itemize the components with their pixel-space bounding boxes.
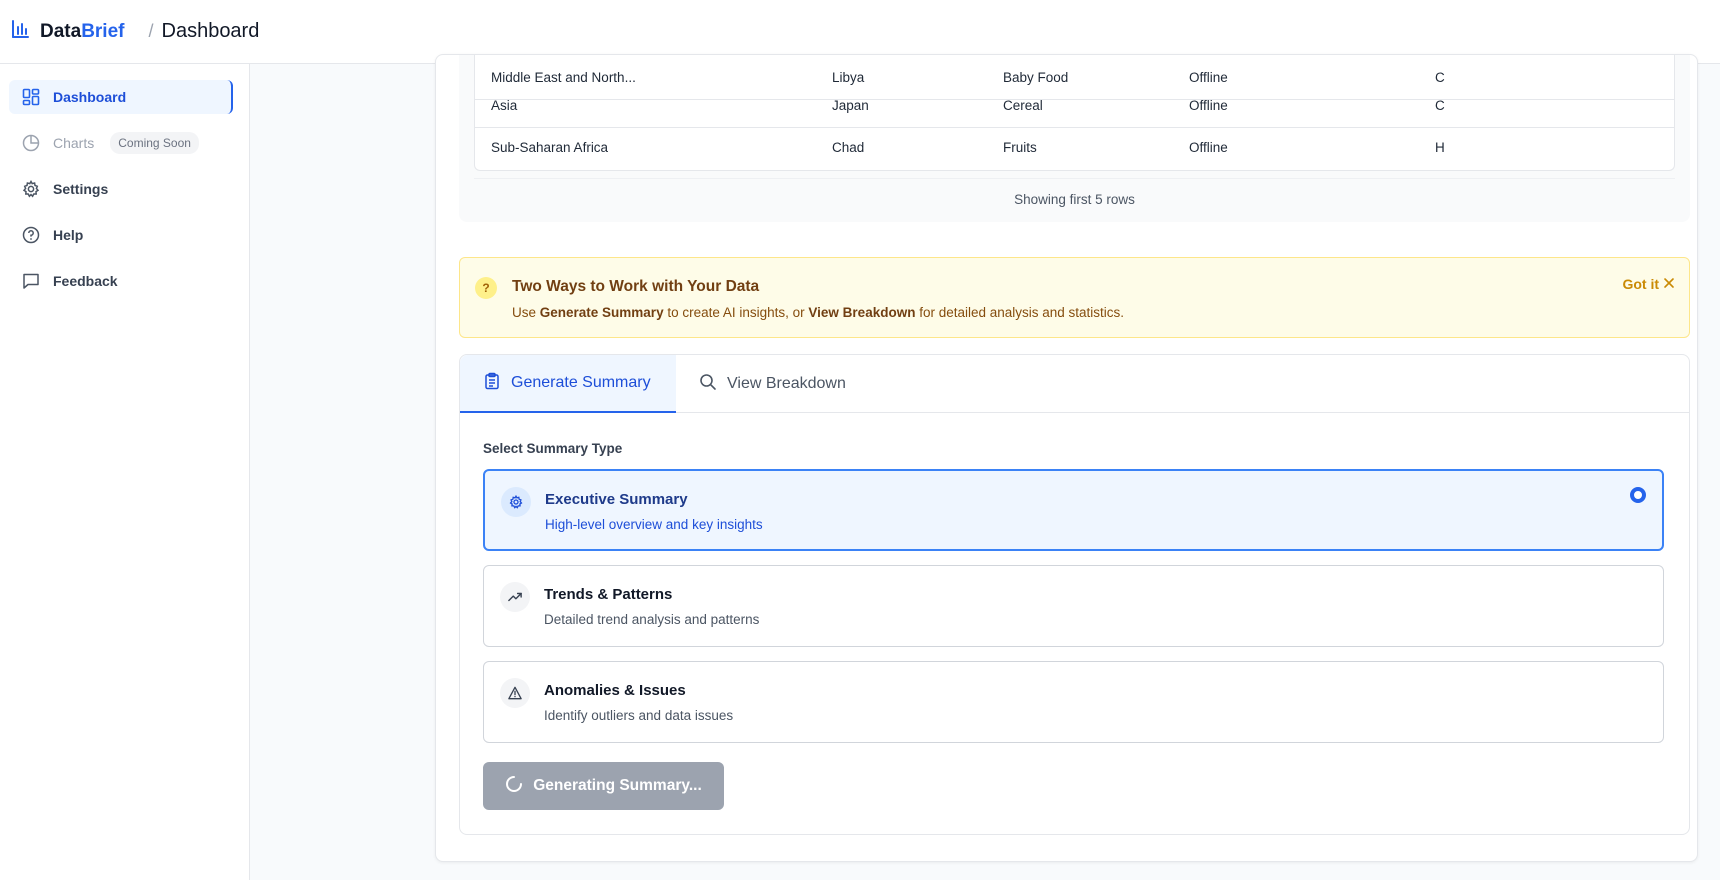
summary-type-label: Select Summary Type (483, 441, 623, 456)
banner-description: Use Generate Summary to create AI insigh… (512, 305, 1125, 320)
table-cell: Chad (832, 140, 865, 155)
gear-icon (21, 179, 41, 199)
sidebar-item-label: Help (53, 227, 84, 243)
gear-icon (501, 487, 531, 517)
dashboard-card: Middle East and North... Libya Baby Food… (435, 54, 1698, 862)
dismiss-label: Got it (1622, 276, 1659, 292)
question-icon: ? (475, 277, 497, 299)
tab-label: Generate Summary (511, 374, 651, 391)
banner-title: Two Ways to Work with Your Data (512, 278, 760, 295)
warning-icon (500, 678, 530, 708)
breadcrumb-separator: / (148, 21, 154, 41)
sidebar-item-label: Dashboard (53, 89, 127, 105)
sidebar-item-label: Feedback (53, 273, 118, 289)
button-label: Generating Summary... (533, 777, 702, 794)
option-title: Executive Summary (545, 491, 688, 508)
grid-icon (21, 87, 41, 107)
table-cell: Offline (1189, 140, 1228, 155)
pie-chart-icon (21, 133, 41, 153)
selected-radio[interactable] (1630, 487, 1646, 503)
option-title: Anomalies & Issues (544, 682, 686, 699)
sidebar-item-label: Settings (53, 181, 109, 197)
sidebar: Dashboard Charts Coming Soon Settings He… (0, 64, 250, 880)
clipboard-icon (483, 372, 501, 395)
generate-summary-button[interactable]: Generating Summary... (483, 762, 724, 810)
close-icon (1663, 276, 1675, 292)
help-circle-icon (21, 225, 41, 245)
table-cell: Japan (832, 97, 869, 113)
bar-chart-icon (10, 19, 30, 44)
summary-panel: Generate Summary View Breakdown Select S… (459, 354, 1690, 835)
sidebar-item-dashboard[interactable]: Dashboard (9, 80, 233, 114)
tab-bar: Generate Summary View Breakdown (460, 355, 1689, 413)
preview-table: Middle East and North... Libya Baby Food… (474, 55, 1675, 171)
sidebar-item-help[interactable]: Help (9, 218, 231, 252)
table-cell: Cereal (1003, 97, 1043, 113)
dismiss-banner-button[interactable]: Got it (1622, 276, 1675, 292)
info-banner: ? Two Ways to Work with Your Data Use Ge… (459, 257, 1690, 338)
option-anomalies-issues[interactable]: Anomalies & Issues Identify outliers and… (483, 661, 1664, 743)
trending-up-icon (500, 582, 530, 612)
option-description: Detailed trend analysis and patterns (544, 612, 760, 627)
main-content: Middle East and North... Libya Baby Food… (250, 54, 1720, 880)
message-icon (21, 271, 41, 291)
table-cell: Fruits (1003, 140, 1037, 155)
sidebar-item-feedback[interactable]: Feedback (9, 264, 231, 298)
rows-count-text: Showing first 5 rows (1014, 192, 1135, 207)
sidebar-item-label: Charts (53, 135, 95, 151)
brand-name: DataBrief (40, 20, 125, 42)
option-executive-summary[interactable]: Executive Summary High-level overview an… (483, 469, 1664, 551)
sidebar-item-settings[interactable]: Settings (9, 172, 231, 206)
table-row: Asia Japan Cereal Offline C (475, 83, 1674, 128)
tab-view-breakdown[interactable]: View Breakdown (676, 355, 869, 413)
search-icon (699, 373, 717, 396)
sidebar-item-charts: Charts Coming Soon (9, 126, 231, 160)
table-cell: Sub-Saharan Africa (491, 140, 609, 155)
table-row: Sub-Saharan Africa Chad Fruits Offline H (475, 125, 1674, 170)
option-title: Trends & Patterns (544, 586, 673, 603)
tab-generate-summary[interactable]: Generate Summary (460, 355, 676, 413)
table-cell: C (1435, 97, 1445, 113)
option-description: Identify outliers and data issues (544, 708, 734, 723)
spinner-icon (505, 775, 523, 798)
table-cell: Offline (1189, 97, 1228, 113)
divider (474, 178, 1675, 179)
brand-logo[interactable]: DataBrief (10, 19, 124, 44)
tab-label: View Breakdown (727, 375, 846, 392)
table-cell: H (1435, 140, 1445, 155)
option-trends-patterns[interactable]: Trends & Patterns Detailed trend analysi… (483, 565, 1664, 647)
option-description: High-level overview and key insights (545, 517, 763, 532)
data-preview: Middle East and North... Libya Baby Food… (459, 55, 1690, 222)
coming-soon-badge: Coming Soon (110, 132, 199, 154)
table-cell: Asia (491, 97, 518, 113)
page-title: Dashboard (161, 20, 260, 42)
